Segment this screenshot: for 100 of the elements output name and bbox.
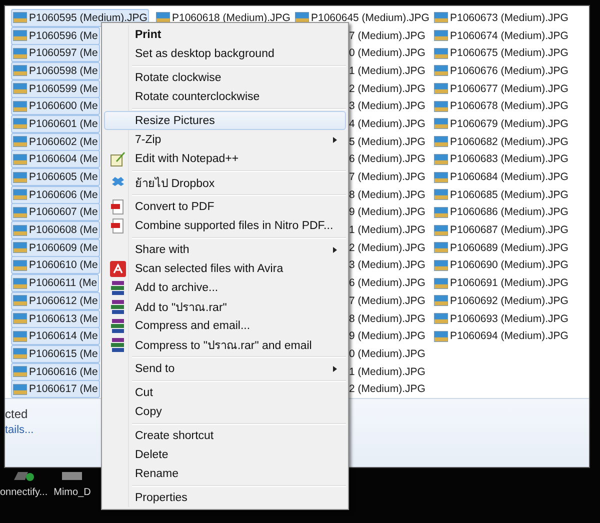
file-item[interactable]: P1060676 (Medium).JPG [432, 62, 570, 80]
file-item[interactable]: 1 (Medium).JPG [348, 364, 426, 379]
file-item[interactable]: P1060614 (Me [11, 327, 100, 346]
menu-item[interactable]: Send to [104, 359, 346, 378]
image-file-icon [156, 12, 170, 24]
file-item[interactable]: 6 (Medium).JPG [348, 276, 426, 290]
file-item[interactable]: 2 (Medium).JPG [348, 382, 426, 396]
selection-status: cted [5, 407, 28, 422]
details-link[interactable]: tails... [5, 424, 34, 436]
file-item[interactable]: P1060612 (Me [11, 292, 100, 310]
menu-item[interactable]: Resize Pictures [104, 111, 346, 130]
file-item[interactable]: P1060674 (Medium).JPG [432, 26, 570, 45]
menu-item[interactable]: Combine supported files in Nitro PDF... [104, 216, 346, 235]
file-item[interactable]: 4 (Medium).JPG [348, 116, 426, 131]
menu-item[interactable]: Create shortcut [104, 426, 346, 445]
file-item[interactable]: 8 (Medium).JPG [348, 312, 426, 326]
taskbar-label[interactable]: onnectify... [0, 487, 48, 498]
menu-item[interactable]: Cut [104, 383, 346, 402]
menu-item[interactable]: Convert to PDF [104, 197, 346, 216]
image-file-icon [434, 206, 448, 218]
file-item[interactable]: 2 (Medium).JPG [348, 240, 426, 255]
menu-item[interactable]: Rotate clockwise [104, 68, 346, 87]
file-item[interactable]: P1060684 (Medium).JPG [432, 168, 570, 186]
menu-item[interactable]: Scan selected files with Avira [104, 259, 346, 278]
file-item[interactable]: 7 (Medium).JPG [348, 28, 426, 43]
file-item[interactable]: P1060679 (Medium).JPG [432, 114, 570, 133]
file-item[interactable]: P1060694 (Medium).JPG [432, 327, 570, 346]
file-item[interactable]: P1060677 (Medium).JPG [432, 80, 570, 98]
file-item[interactable]: P1060613 (Me [11, 310, 100, 328]
file-item[interactable]: P1060606 (Me [11, 186, 100, 204]
file-item[interactable]: P1060686 (Medium).JPG [432, 203, 570, 222]
file-item[interactable]: P1060597 (Me [11, 44, 100, 62]
file-item[interactable]: P1060693 (Medium).JPG [432, 310, 570, 328]
file-item[interactable]: 7 (Medium).JPG [348, 294, 426, 308]
menu-item[interactable]: Rename [104, 464, 346, 483]
menu-item[interactable]: ย้ายไป Dropbox [104, 173, 346, 192]
file-item[interactable]: P1060604 (Me [11, 150, 100, 168]
file-item[interactable]: P1060673 (Medium).JPG [432, 8, 570, 27]
pdf-icon [110, 218, 126, 234]
image-file-icon [13, 30, 27, 42]
file-item[interactable]: 9 (Medium).JPG [348, 329, 426, 344]
file-item[interactable]: P1060682 (Medium).JPG [432, 132, 570, 151]
file-item[interactable]: P1060596 (Me [11, 26, 100, 45]
file-item[interactable]: P1060605 (Me [11, 168, 100, 186]
file-item[interactable]: 0 (Medium).JPG [348, 46, 426, 60]
file-item[interactable]: 5 (Medium).JPG [348, 134, 426, 149]
menu-item[interactable]: Copy [104, 402, 346, 421]
file-item[interactable]: P1060609 (Me [11, 238, 100, 257]
file-item[interactable]: P1060598 (Me [11, 62, 100, 80]
file-item[interactable]: P1060595 (Medium).JPG [11, 8, 150, 27]
menu-item[interactable]: Compress and email... [104, 316, 346, 335]
file-item[interactable]: P1060611 (Me [11, 274, 100, 292]
file-item[interactable]: P1060601 (Me [11, 114, 100, 133]
file-item[interactable]: P1060599 (Me [11, 80, 100, 98]
file-item[interactable]: 0 (Medium).JPG [348, 346, 426, 361]
menu-item[interactable]: 7-Zip [104, 130, 346, 149]
file-name: P1060615 (Me [29, 348, 98, 360]
file-item[interactable]: 8 (Medium).JPG [348, 188, 426, 202]
file-item[interactable]: P1060687 (Medium).JPG [432, 221, 570, 240]
file-item[interactable]: 6 (Medium).JPG [348, 152, 426, 166]
file-item[interactable]: P1060678 (Medium).JPG [432, 97, 570, 116]
file-item[interactable]: P1060615 (Me [11, 344, 100, 363]
file-item[interactable]: P1060691 (Medium).JPG [432, 274, 570, 292]
file-item[interactable]: P1060683 (Medium).JPG [432, 150, 570, 168]
file-item[interactable]: 1 (Medium).JPG [348, 64, 426, 78]
menu-item[interactable]: Properties [104, 488, 346, 507]
menu-item[interactable]: Add to "ปราณ.rar" [104, 297, 346, 316]
file-item[interactable]: P1060617 (Me [11, 380, 100, 398]
file-name: P1060606 (Me [29, 188, 98, 201]
file-name: P1060611 (Me [29, 277, 98, 290]
file-item[interactable]: P1060600 (Me [11, 97, 100, 116]
file-item[interactable]: P1060616 (Me [11, 362, 100, 381]
menu-item[interactable]: Add to archive... [104, 278, 346, 297]
file-item[interactable]: 1 (Medium).JPG [348, 223, 426, 238]
file-item[interactable]: P1060602 (Me [11, 132, 100, 151]
file-item[interactable]: 9 (Medium).JPG [348, 205, 426, 220]
image-file-icon [434, 295, 448, 306]
file-item[interactable]: 7 (Medium).JPG [348, 170, 426, 184]
file-name: P1060676 (Medium).JPG [450, 64, 568, 77]
file-item[interactable]: P1060608 (Me [11, 221, 100, 240]
menu-item[interactable]: Edit with Notepad++ [104, 149, 346, 168]
menu-item[interactable]: Compress to "ปราณ.rar" and email [104, 335, 346, 354]
image-file-icon [13, 136, 27, 148]
file-item[interactable]: 3 (Medium).JPG [348, 258, 426, 272]
file-item[interactable]: P1060689 (Medium).JPG [432, 238, 570, 257]
menu-item[interactable]: Print [104, 25, 346, 44]
file-item[interactable]: P1060685 (Medium).JPG [432, 186, 570, 204]
menu-item[interactable]: Delete [104, 445, 346, 464]
image-file-icon [434, 83, 448, 94]
file-item[interactable]: 2 (Medium).JPG [348, 82, 426, 96]
menu-item[interactable]: Rotate counterclockwise [104, 87, 346, 106]
taskbar-label[interactable]: Mimo_D [54, 487, 91, 498]
file-item[interactable]: P1060692 (Medium).JPG [432, 292, 570, 310]
file-item[interactable]: 3 (Medium).JPG [348, 99, 426, 114]
menu-item[interactable]: Set as desktop background [104, 44, 346, 63]
menu-item[interactable]: Share with [104, 240, 346, 259]
file-item[interactable]: P1060607 (Me [11, 203, 100, 222]
file-item[interactable]: P1060675 (Medium).JPG [432, 44, 570, 62]
file-item[interactable]: P1060690 (Medium).JPG [432, 256, 570, 274]
file-item[interactable]: P1060610 (Me [11, 256, 100, 274]
